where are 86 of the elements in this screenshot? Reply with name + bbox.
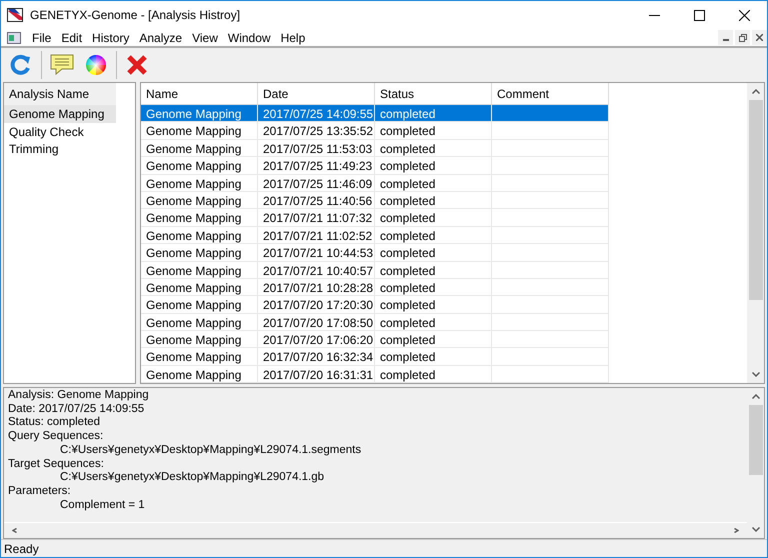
detail-line: Target Sequences: bbox=[8, 458, 105, 472]
status-text: Ready bbox=[4, 542, 39, 556]
table-cell: Genome Mapping bbox=[141, 314, 258, 332]
document-icon[interactable] bbox=[7, 32, 21, 44]
table-cell: completed bbox=[375, 192, 492, 210]
table-cell: Genome Mapping bbox=[141, 209, 258, 227]
table-cell: 2017/07/21 11:07:32 bbox=[258, 209, 375, 227]
menu-item[interactable]: Edit bbox=[56, 30, 88, 44]
table-cell: Genome Mapping bbox=[141, 366, 258, 383]
scroll-up-icon[interactable] bbox=[752, 89, 760, 94]
close-icon bbox=[756, 34, 763, 41]
menu-item[interactable]: File bbox=[27, 30, 56, 44]
menu-item[interactable]: Help bbox=[276, 30, 310, 44]
scroll-down-icon[interactable] bbox=[752, 527, 760, 532]
menu-item[interactable]: History bbox=[87, 30, 134, 44]
table-cell: 2017/07/25 11:46:09 bbox=[258, 174, 375, 192]
table-cell: completed bbox=[375, 348, 492, 366]
table-cell: 2017/07/25 11:53:03 bbox=[258, 140, 375, 158]
table-cell: completed bbox=[375, 140, 492, 158]
detail-line: Parameters: bbox=[8, 484, 72, 499]
table-cell: completed bbox=[375, 314, 492, 332]
table-cell: 2017/07/21 10:44:53 bbox=[258, 244, 375, 262]
table-cell: completed bbox=[375, 122, 492, 140]
scroll-down-icon[interactable] bbox=[752, 372, 760, 377]
analysis-item[interactable]: Genome Mapping bbox=[4, 105, 116, 122]
table-cell: Genome Mapping bbox=[141, 122, 258, 140]
menu-item[interactable]: View bbox=[187, 30, 223, 44]
table-cell: completed bbox=[375, 262, 492, 279]
table-cell: 2017/07/25 11:40:56 bbox=[258, 192, 375, 210]
table-cell: completed bbox=[375, 174, 492, 192]
scroll-up-icon[interactable] bbox=[752, 394, 760, 399]
table-cell: completed bbox=[375, 157, 492, 175]
table-cell: Genome Mapping bbox=[141, 262, 258, 279]
table-cell: completed bbox=[375, 331, 492, 348]
close-icon bbox=[739, 10, 750, 20]
table-cell: 2017/07/21 11:02:52 bbox=[258, 226, 375, 244]
table-cell: completed bbox=[375, 226, 492, 244]
scrollbar[interactable] bbox=[747, 83, 764, 383]
table-cell: completed bbox=[375, 278, 492, 296]
table-cell: Genome Mapping bbox=[141, 331, 258, 348]
window-title: GENETYX-Genome - [Analysis Histroy] bbox=[30, 8, 242, 22]
app-logo-icon bbox=[7, 8, 23, 22]
table-cell: 2017/07/25 14:09:55 bbox=[258, 105, 375, 122]
detail-line: Complement = 1 bbox=[59, 498, 146, 512]
table-cell: Genome Mapping bbox=[141, 278, 258, 296]
minimize-icon bbox=[649, 14, 660, 16]
detail-line: Query Sequences: bbox=[8, 430, 104, 444]
menu-item[interactable]: Analyze bbox=[134, 30, 188, 44]
table-cell: Genome Mapping bbox=[141, 140, 258, 158]
table-cell: Genome Mapping bbox=[141, 348, 258, 366]
detail-line: Status: completed bbox=[8, 416, 102, 430]
table-cell: 2017/07/21 10:40:57 bbox=[258, 262, 375, 279]
table-cell: completed bbox=[375, 105, 492, 122]
detail-line: C:¥Users¥genetyx¥Desktop¥Mapping¥L29074.1.gb bbox=[59, 471, 326, 485]
table-cell: 2017/07/20 16:31:31 bbox=[258, 366, 375, 383]
table-cell: Genome Mapping bbox=[141, 226, 258, 244]
analysis-item[interactable]: Quality Check bbox=[4, 122, 116, 140]
detail-line: C:¥Users¥genetyx¥Desktop¥Mapping¥L29074.1.segments bbox=[59, 444, 362, 458]
table-cell: 2017/07/20 17:20:30 bbox=[258, 296, 375, 314]
table-cell: Genome Mapping bbox=[141, 174, 258, 192]
table-cell: completed bbox=[375, 244, 492, 262]
table-cell: Genome Mapping bbox=[141, 105, 258, 122]
table-cell: 2017/07/20 16:32:34 bbox=[258, 348, 375, 366]
scroll-thumb[interactable] bbox=[748, 100, 762, 300]
table-cell: completed bbox=[375, 209, 492, 227]
scroll-thumb[interactable] bbox=[748, 405, 762, 475]
table-cell: 2017/07/21 10:28:28 bbox=[258, 278, 375, 296]
table-cell: Genome Mapping bbox=[141, 296, 258, 314]
close-button[interactable] bbox=[752, 30, 767, 45]
column-header: Analysis Name bbox=[4, 83, 116, 105]
table-cell: Genome Mapping bbox=[141, 244, 258, 262]
detail-line: Date: 2017/07/25 14:09:55 bbox=[8, 402, 146, 416]
table-cell: 2017/07/25 11:49:23 bbox=[258, 157, 375, 175]
minimize-button[interactable] bbox=[718, 30, 733, 45]
table-cell: 2017/07/20 17:06:20 bbox=[258, 331, 375, 348]
table-cell: Genome Mapping bbox=[141, 157, 258, 175]
restore-button[interactable] bbox=[735, 30, 750, 45]
menu-item[interactable]: Window bbox=[222, 30, 276, 44]
table-cell: 2017/07/20 17:08:50 bbox=[258, 314, 375, 332]
maximize-icon bbox=[694, 10, 705, 20]
table-cell: 2017/07/25 13:35:52 bbox=[258, 122, 375, 140]
table-cell: completed bbox=[375, 296, 492, 314]
table-cell: completed bbox=[375, 366, 492, 383]
detail-line: Analysis: Genome Mapping bbox=[8, 389, 150, 403]
table-cell: Genome Mapping bbox=[141, 192, 258, 210]
restore-icon bbox=[738, 34, 746, 42]
